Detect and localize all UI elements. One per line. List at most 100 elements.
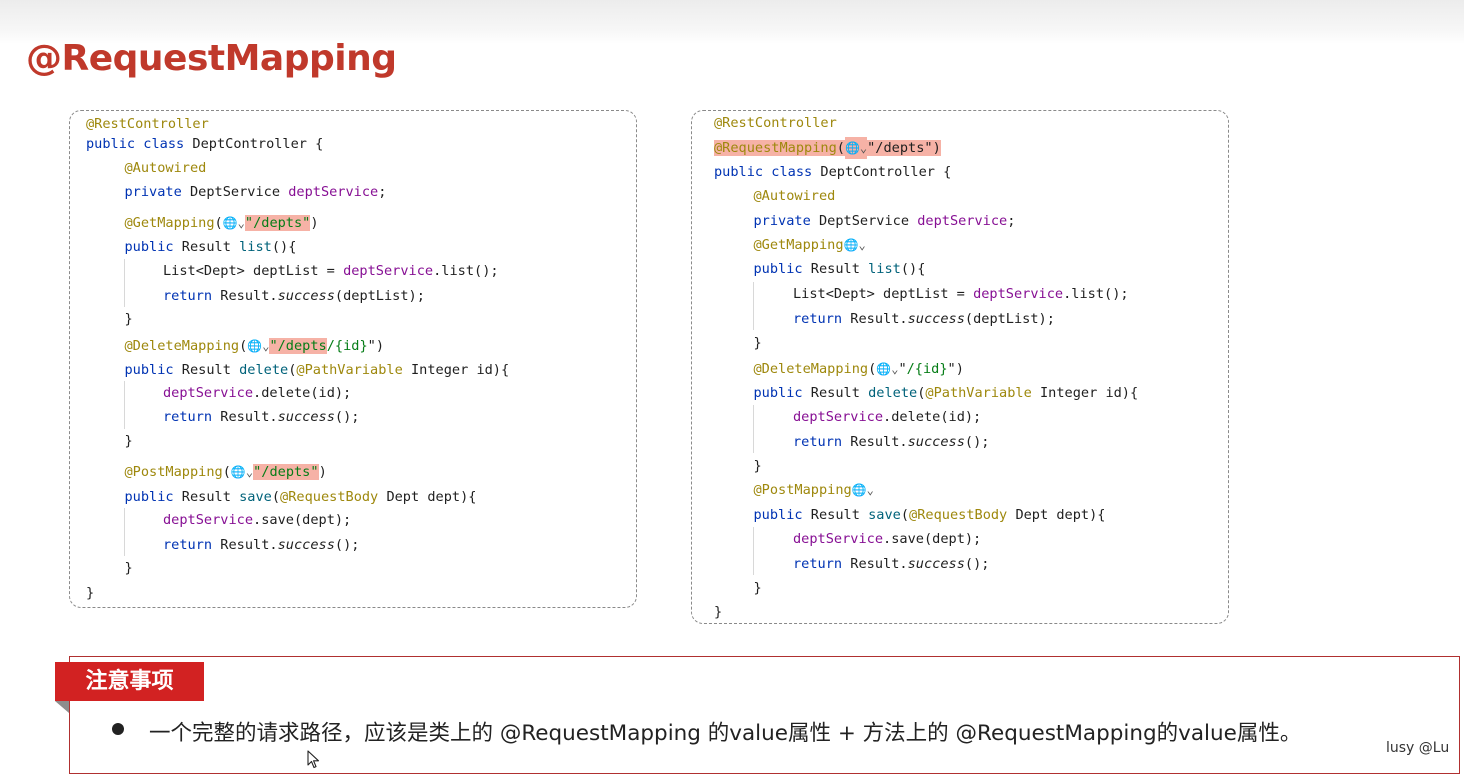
code-token: ( bbox=[214, 215, 223, 231]
code-token: @RestController bbox=[86, 116, 209, 132]
code-line: } bbox=[714, 601, 722, 623]
indent-guide bbox=[753, 282, 754, 330]
code-line: public Result delete(@PathVariable Integ… bbox=[125, 359, 510, 381]
code-token: @DeleteMapping bbox=[124, 338, 240, 354]
code-token: DeptController { bbox=[192, 136, 324, 152]
code-token: DeptService bbox=[818, 213, 918, 229]
code-token: DeptService bbox=[189, 184, 289, 200]
slide-title: @RequestMapping bbox=[26, 38, 397, 79]
code-line: } bbox=[754, 455, 762, 477]
code-line: } bbox=[754, 577, 762, 599]
code-token: deptService bbox=[917, 213, 1008, 229]
code-block-method-level: @RestController public class DeptControll… bbox=[69, 110, 637, 608]
code-line: public Result save(@RequestBody Dept dep… bbox=[125, 486, 477, 508]
code-line: private DeptService deptService; bbox=[125, 181, 387, 203]
globe-icon: 🌐⌄ bbox=[247, 339, 270, 353]
code-token: .save(dept); bbox=[883, 531, 982, 547]
code-line: return Result.success(deptList); bbox=[163, 285, 425, 307]
code-token: (); bbox=[964, 434, 990, 450]
code-token: success bbox=[907, 556, 965, 572]
code-line: return Result.success(); bbox=[163, 534, 359, 556]
code-line: return Result.success(); bbox=[793, 553, 989, 575]
code-token: Result bbox=[181, 362, 240, 378]
notes-tag: 注意事项 bbox=[55, 662, 204, 701]
code-token: (); bbox=[964, 556, 990, 572]
code-token: " bbox=[898, 361, 907, 377]
code-line: @DeleteMapping(🌐⌄"/{id}") bbox=[754, 358, 964, 380]
code-line: public class DeptController { bbox=[86, 133, 323, 155]
code-line: public Result save(@RequestBody Dept dep… bbox=[754, 504, 1106, 526]
code-token: deptService bbox=[163, 512, 254, 528]
code-token: /{id} bbox=[906, 361, 948, 377]
code-token: success bbox=[277, 409, 335, 425]
code-token: Result. bbox=[850, 556, 908, 572]
code-token: ( bbox=[271, 489, 281, 505]
code-line: } bbox=[86, 582, 94, 604]
code-token: ") bbox=[367, 338, 385, 354]
notes-panel bbox=[69, 656, 1460, 774]
globe-icon: 🌐⌄ bbox=[843, 238, 866, 252]
code-token: Result. bbox=[220, 537, 278, 553]
code-token: /{id} bbox=[326, 338, 368, 354]
code-token: public bbox=[124, 489, 182, 505]
code-token: ") bbox=[947, 361, 964, 377]
code-token: public class bbox=[86, 136, 193, 152]
code-line: List<Dept> deptList = deptService.list()… bbox=[793, 283, 1129, 305]
code-token: @Autowired bbox=[124, 160, 207, 176]
code-token: ; bbox=[1007, 213, 1016, 229]
code-token: deptService bbox=[973, 286, 1064, 302]
code-token: } bbox=[753, 458, 762, 474]
code-token: .delete(id); bbox=[883, 409, 982, 425]
code-token: } bbox=[714, 604, 723, 620]
code-line: @RestController bbox=[714, 112, 837, 134]
indent-guide bbox=[753, 405, 754, 453]
indent-guide bbox=[753, 527, 754, 575]
code-line: } bbox=[754, 332, 762, 354]
code-token: return bbox=[163, 409, 221, 425]
code-line: @RequestMapping(🌐⌄"/depts") bbox=[714, 137, 941, 159]
code-token: @RequestMapping bbox=[714, 140, 837, 156]
code-token: .list(); bbox=[1063, 286, 1129, 302]
code-token: Result bbox=[181, 489, 240, 505]
code-token: Result bbox=[810, 261, 869, 277]
code-token: save bbox=[239, 489, 272, 505]
code-token: Dept dept){ bbox=[1015, 507, 1106, 523]
code-token: List<Dept> deptList = bbox=[163, 263, 344, 279]
code-token: ; bbox=[378, 184, 387, 200]
code-token: public bbox=[124, 239, 182, 255]
code-token: "/depts" bbox=[253, 464, 319, 480]
code-token: save bbox=[868, 507, 901, 523]
code-token: deptService bbox=[343, 263, 434, 279]
code-token: public bbox=[753, 261, 811, 277]
code-token: } bbox=[86, 585, 95, 601]
code-token: ) bbox=[310, 215, 319, 231]
code-token: Dept dept){ bbox=[386, 489, 477, 505]
code-token: list bbox=[239, 239, 272, 255]
code-block-class-level: @RestController @RequestMapping(🌐⌄"/depts… bbox=[691, 110, 1229, 624]
code-token: .delete(id); bbox=[253, 385, 352, 401]
code-lines-left: @RestController public class DeptControll… bbox=[70, 111, 636, 607]
code-token: @PostMapping bbox=[753, 482, 852, 498]
code-line: @Autowired bbox=[125, 157, 207, 179]
code-token: .save(dept); bbox=[253, 512, 352, 528]
code-line: } bbox=[125, 557, 133, 579]
code-token: .list(); bbox=[433, 263, 499, 279]
code-token: Result bbox=[810, 507, 869, 523]
code-token: delete bbox=[239, 362, 289, 378]
code-token: @RestController bbox=[714, 115, 837, 131]
code-token: public bbox=[753, 385, 811, 401]
code-token: @PostMapping bbox=[124, 464, 223, 480]
indent-guide bbox=[124, 381, 125, 429]
code-token: } bbox=[124, 311, 133, 327]
code-token: (); bbox=[334, 409, 360, 425]
code-token: (deptList); bbox=[334, 288, 425, 304]
code-token: (){ bbox=[900, 261, 926, 277]
code-token: (deptList); bbox=[964, 311, 1055, 327]
code-token: deptService bbox=[288, 184, 379, 200]
code-line: deptService.save(dept); bbox=[793, 528, 981, 550]
code-line: @PostMapping(🌐⌄"/depts") bbox=[125, 461, 327, 483]
code-token: public bbox=[124, 362, 182, 378]
code-token: success bbox=[277, 537, 335, 553]
code-token: return bbox=[793, 311, 851, 327]
code-token: } bbox=[124, 433, 133, 449]
